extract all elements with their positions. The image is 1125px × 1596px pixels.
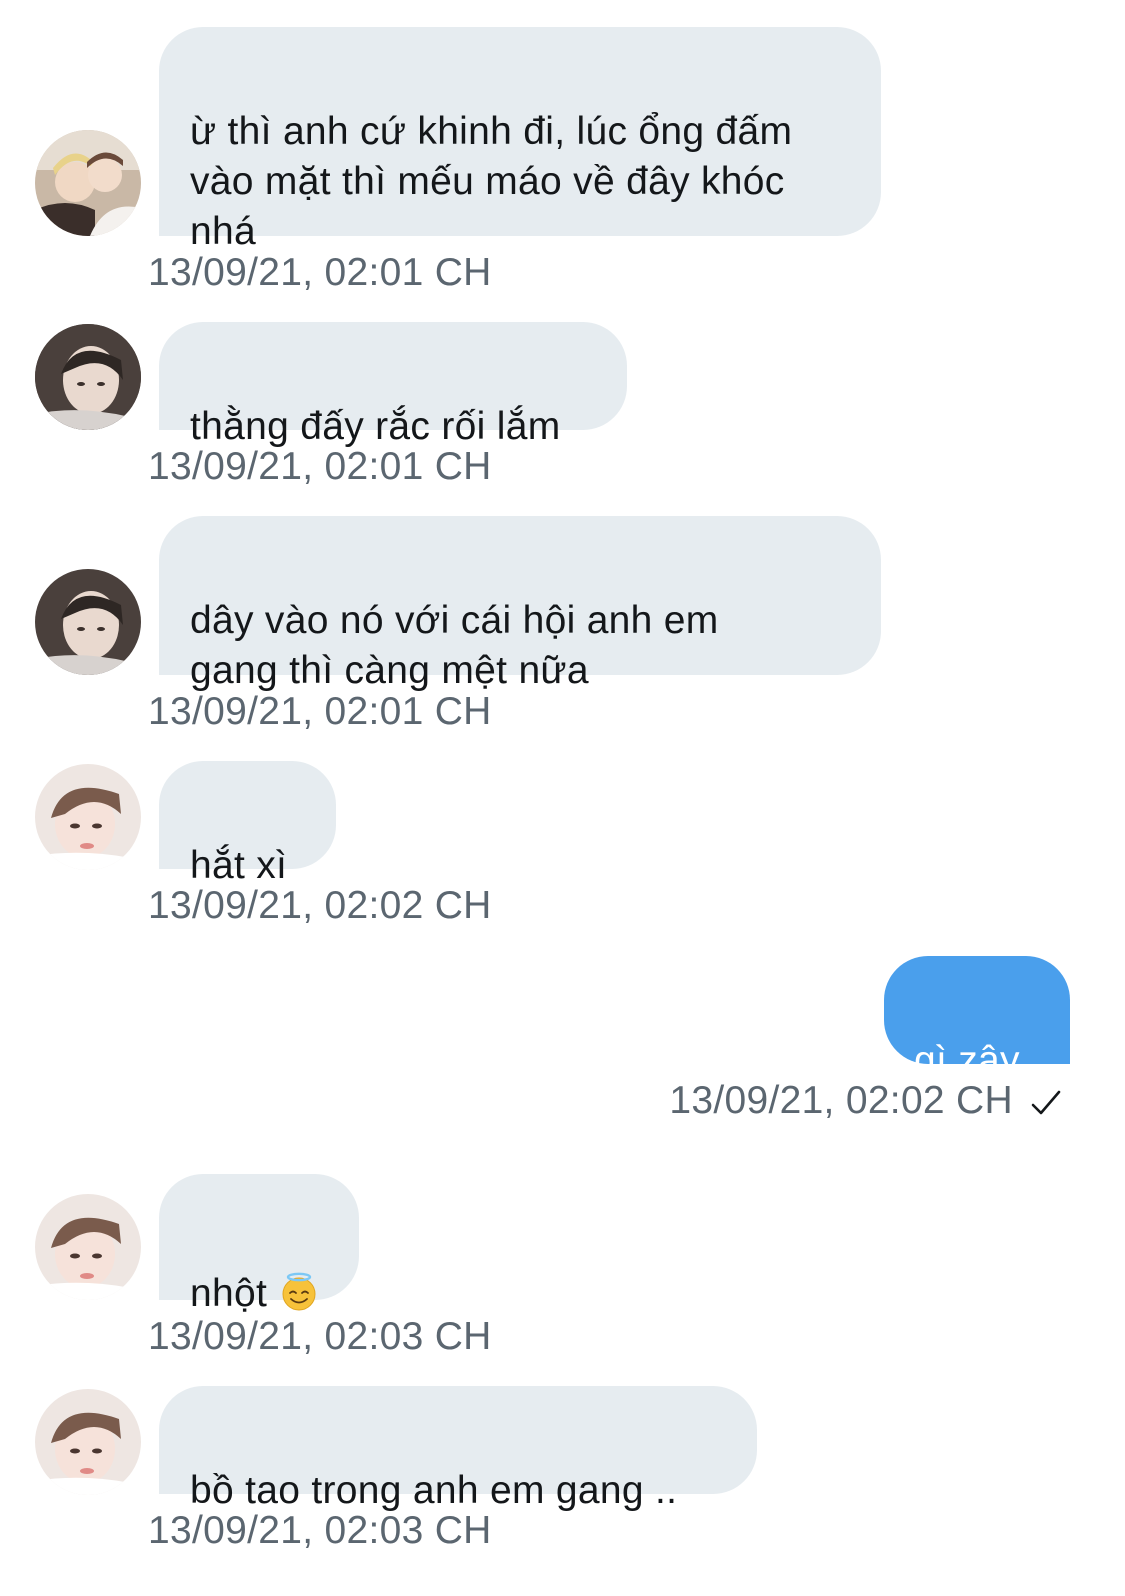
avatar[interactable]: [35, 1194, 141, 1300]
message-bubble[interactable]: ừ thì anh cứ khinh đi, lúc ổng đấm vào m…: [159, 27, 881, 253]
message-text: thằng đấy rắc rối lắm: [190, 405, 561, 448]
message-timestamp: 13/09/21, 02:03 CH: [148, 1315, 492, 1358]
checkmark-icon: [1031, 1090, 1061, 1115]
avatar-photo: [35, 569, 141, 675]
message-text: gì zậy: [914, 1039, 1020, 1082]
message-timestamp: 13/09/21, 02:01 CH: [148, 690, 492, 733]
avatar[interactable]: [35, 569, 141, 675]
message-text: hắt xì: [190, 844, 288, 887]
smiling-face-with-halo-icon: [282, 1272, 316, 1311]
message-timestamp: 13/09/21, 02:03 CH: [148, 1509, 492, 1552]
message-bubble-sent[interactable]: gì zậy: [884, 956, 1070, 1082]
avatar-photo: [35, 764, 141, 870]
message-timestamp: 13/09/21, 02:02 CH: [669, 1079, 1013, 1122]
avatar-photo: [35, 1194, 141, 1300]
avatar-photo: [35, 324, 141, 430]
message-text: dây vào nó với cái hội anh em gang thì c…: [190, 599, 719, 692]
message-timestamp: 13/09/21, 02:02 CH: [148, 884, 492, 927]
message-bubble[interactable]: bồ tao trong anh em gang ..: [159, 1386, 757, 1512]
message-timestamp: 13/09/21, 02:01 CH: [148, 445, 492, 488]
avatar[interactable]: [35, 1389, 141, 1495]
message-bubble[interactable]: hắt xì: [159, 761, 336, 887]
message-text: ừ thì anh cứ khinh đi, lúc ổng đấm vào m…: [190, 110, 793, 253]
message-text: nhột: [190, 1272, 268, 1315]
message-bubble[interactable]: thằng đấy rắc rối lắm: [159, 322, 627, 448]
message-timestamp: 13/09/21, 02:01 CH: [148, 251, 492, 294]
message-bubble[interactable]: nhột: [159, 1174, 359, 1315]
avatar[interactable]: [35, 130, 141, 236]
avatar-photo: [35, 1389, 141, 1495]
message-text: bồ tao trong anh em gang ..: [190, 1469, 678, 1512]
avatar-photo: [35, 130, 141, 236]
avatar[interactable]: [35, 324, 141, 430]
message-bubble[interactable]: dây vào nó với cái hội anh em gang thì c…: [159, 516, 881, 692]
avatar[interactable]: [35, 764, 141, 870]
